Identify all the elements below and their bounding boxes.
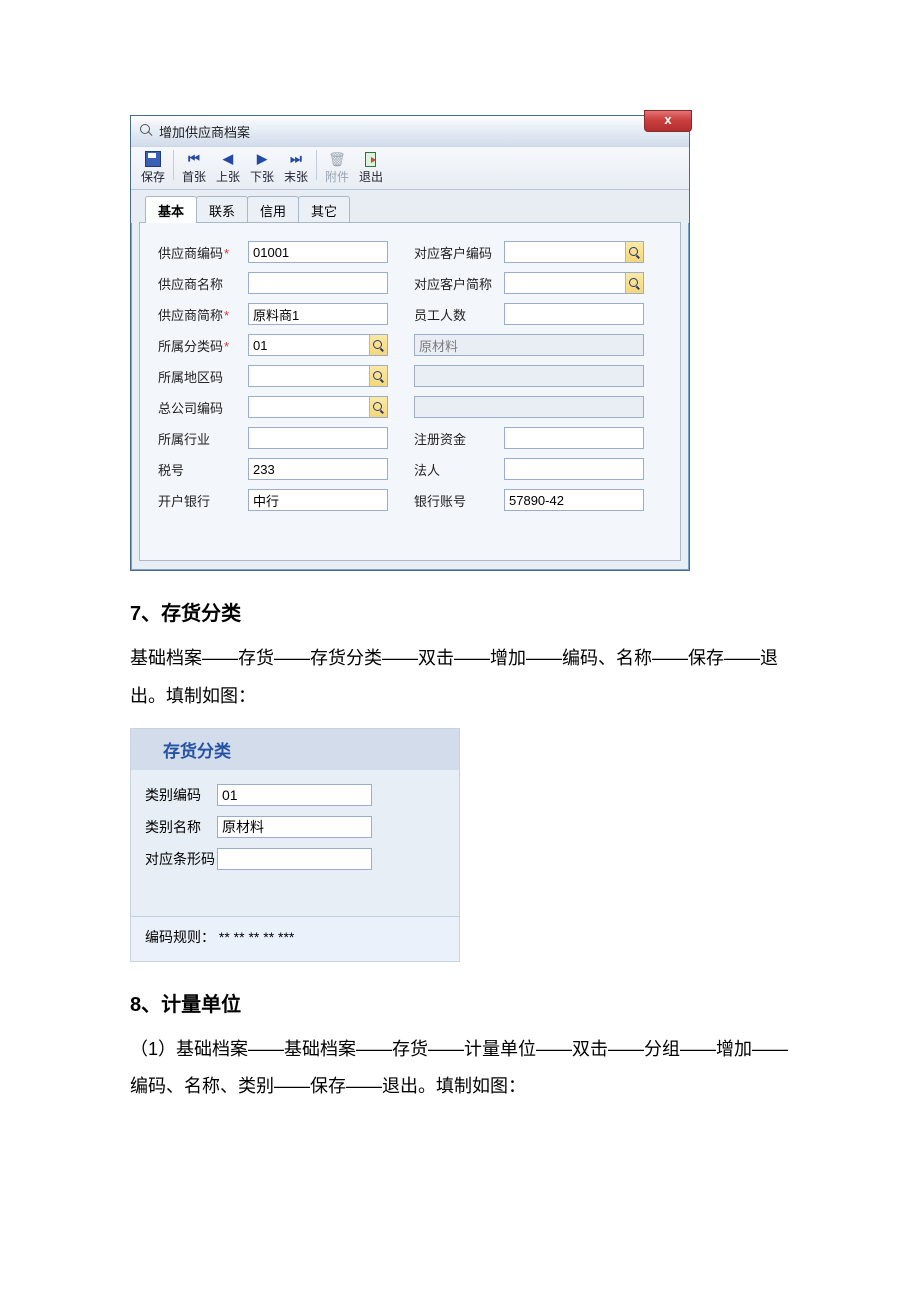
- industry-input[interactable]: [248, 427, 388, 449]
- vendor-code-label: 供应商编码: [158, 243, 248, 262]
- barcode-input[interactable]: [217, 848, 372, 870]
- cat-code-label: 类别编码: [145, 785, 217, 805]
- cat-code-input[interactable]: 01: [217, 784, 372, 806]
- hq-code-input[interactable]: [248, 396, 388, 418]
- magnifier-icon: [139, 123, 155, 139]
- lookup-icon[interactable]: [369, 366, 387, 386]
- staff-label: 员工人数: [414, 305, 504, 324]
- tax-input[interactable]: 233: [248, 458, 388, 480]
- acct-label: 银行账号: [414, 491, 504, 510]
- exit-icon: [363, 151, 379, 167]
- save-icon: [145, 151, 161, 167]
- cat-name-label: 类别名称: [145, 817, 217, 837]
- region-name-display: [414, 365, 644, 387]
- save-button[interactable]: 保存: [137, 149, 169, 187]
- toolbar-sep: [173, 150, 174, 180]
- vendor-short-label: 供应商简称: [158, 305, 248, 324]
- bank-label: 开户银行: [158, 491, 248, 510]
- vendor-name-label: 供应商名称: [158, 274, 248, 293]
- toolbar-sep: [316, 150, 317, 180]
- cat-code-input[interactable]: 01: [248, 334, 388, 356]
- tab-row: 基本 联系 信用 其它: [131, 190, 689, 223]
- dialog-title: 增加供应商档案: [159, 122, 250, 141]
- region-code-input[interactable]: [248, 365, 388, 387]
- cust-code-label: 对应客户编码: [414, 243, 504, 262]
- tab-credit[interactable]: 信用: [247, 196, 299, 223]
- legal-label: 法人: [414, 460, 504, 479]
- hq-code-label: 总公司编码: [158, 398, 248, 417]
- cust-short-label: 对应客户简称: [414, 274, 504, 293]
- heading-8: 8、计量单位: [130, 988, 790, 1017]
- barcode-label: 对应条形码: [145, 849, 217, 869]
- hq-name-display: [414, 396, 644, 418]
- supplier-dialog: 增加供应商档案 x 保存 ⏮ 首张 ◀ 上张 ▶ 下张 ⏭ 末张: [130, 115, 690, 571]
- attach-icon: 🗑: [329, 151, 345, 167]
- lookup-icon[interactable]: [625, 273, 643, 293]
- cat-name-display: 原材料: [414, 334, 644, 356]
- next-button[interactable]: ▶ 下张: [246, 149, 278, 187]
- heading-7: 7、存货分类: [130, 597, 790, 626]
- tab-basic[interactable]: 基本: [145, 196, 197, 223]
- staff-input[interactable]: [504, 303, 644, 325]
- industry-label: 所属行业: [158, 429, 248, 448]
- tax-label: 税号: [158, 460, 248, 479]
- vendor-code-input[interactable]: 01001: [248, 241, 388, 263]
- exit-button[interactable]: 退出: [355, 149, 387, 187]
- toolbar: 保存 ⏮ 首张 ◀ 上张 ▶ 下张 ⏭ 末张 🗑 附件: [131, 146, 689, 190]
- reg-cap-input[interactable]: [504, 427, 644, 449]
- lookup-icon[interactable]: [369, 335, 387, 355]
- tab-other[interactable]: 其它: [298, 196, 350, 223]
- acct-input[interactable]: 57890-42: [504, 489, 644, 511]
- paragraph-8: （1）基础档案——基础档案——存货——计量单位——双击——分组——增加——编码、…: [130, 1031, 790, 1107]
- tab-body-basic: 供应商编码 01001 供应商名称 供应商简称 原料商1 所属分类码 01: [139, 222, 681, 561]
- prev-button[interactable]: ◀ 上张: [212, 149, 244, 187]
- first-icon: ⏮: [186, 151, 202, 167]
- tab-contact[interactable]: 联系: [196, 196, 248, 223]
- paragraph-7: 基础档案——存货——存货分类——双击——增加——编码、名称——保存——退出。填制…: [130, 640, 790, 716]
- lookup-icon[interactable]: [625, 242, 643, 262]
- region-code-label: 所属地区码: [158, 367, 248, 386]
- code-rule: 编码规则： ** ** ** ** ***: [131, 916, 459, 961]
- first-button[interactable]: ⏮ 首张: [178, 149, 210, 187]
- vendor-name-input[interactable]: [248, 272, 388, 294]
- prev-icon: ◀: [220, 151, 236, 167]
- last-icon: ⏭: [288, 151, 304, 167]
- cust-short-input[interactable]: [504, 272, 644, 294]
- inventory-category-panel: 存货分类 类别编码 01 类别名称 原材料 对应条形码 编码规则： ** ** …: [130, 728, 460, 962]
- reg-cap-label: 注册资金: [414, 429, 504, 448]
- last-button[interactable]: ⏭ 末张: [280, 149, 312, 187]
- next-icon: ▶: [254, 151, 270, 167]
- close-button[interactable]: x: [644, 110, 692, 132]
- cat-name-input[interactable]: 原材料: [217, 816, 372, 838]
- cust-code-input[interactable]: [504, 241, 644, 263]
- panel-title: 存货分类: [131, 729, 459, 770]
- dialog-titlebar: 增加供应商档案 x: [131, 116, 689, 146]
- legal-input[interactable]: [504, 458, 644, 480]
- bank-input[interactable]: 中行: [248, 489, 388, 511]
- attach-button[interactable]: 🗑 附件: [321, 149, 353, 187]
- vendor-short-input[interactable]: 原料商1: [248, 303, 388, 325]
- lookup-icon[interactable]: [369, 397, 387, 417]
- cat-code-label: 所属分类码: [158, 336, 248, 355]
